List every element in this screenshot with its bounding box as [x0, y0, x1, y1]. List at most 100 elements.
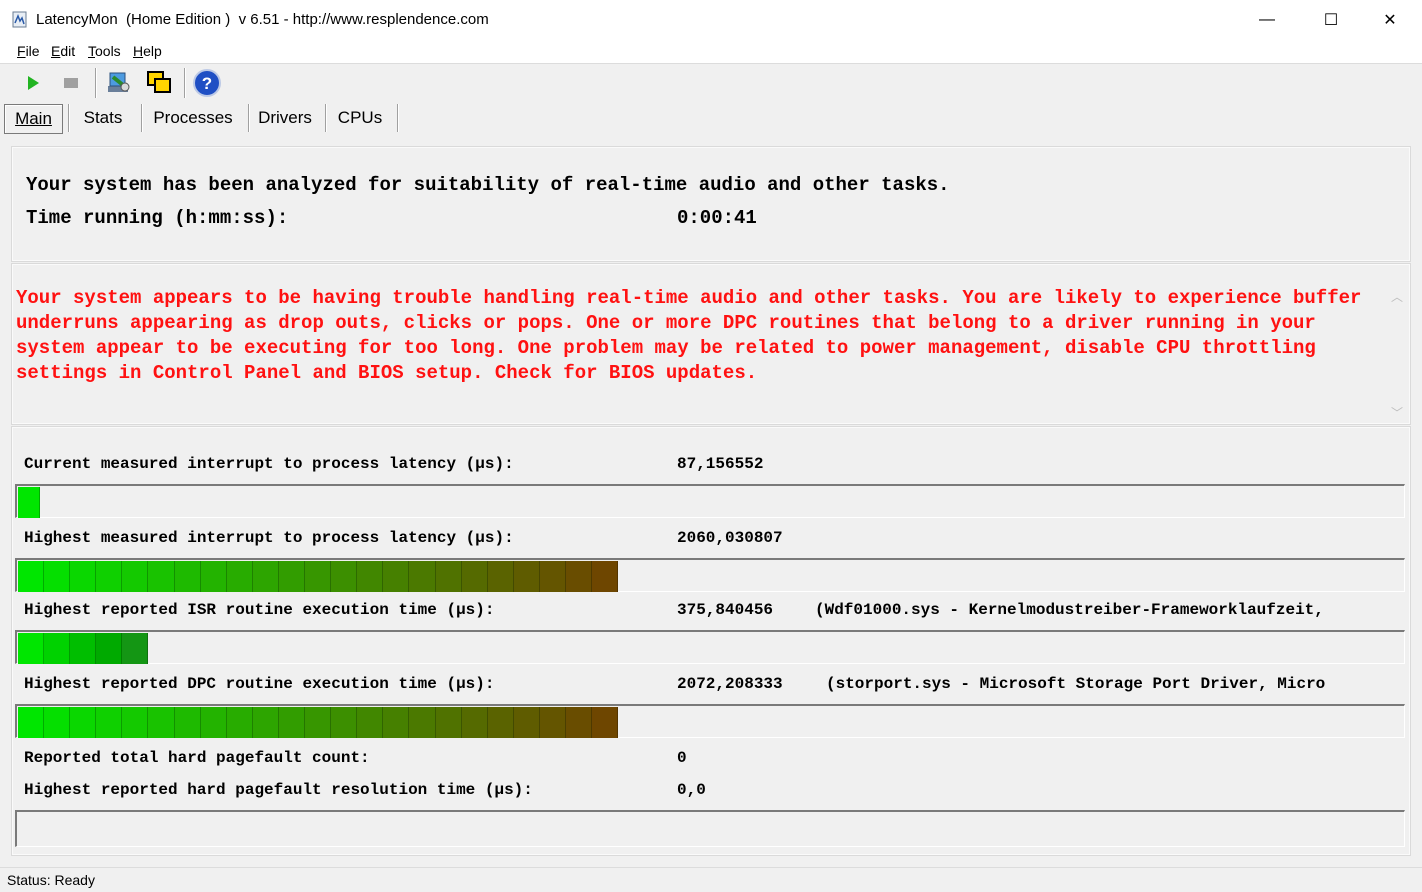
tab-separator	[325, 104, 327, 132]
help-button[interactable]: ?	[192, 68, 222, 98]
tab-separator	[141, 104, 143, 132]
bar-segment	[565, 561, 593, 592]
analyze-icon	[108, 72, 130, 92]
dpc-bar-fill	[18, 707, 619, 738]
title-bar: LatencyMon (Home Edition ) v 6.51 - http…	[0, 0, 1422, 40]
windows-icon	[147, 71, 171, 93]
bar-segment	[461, 561, 488, 592]
bar-segment	[539, 707, 566, 738]
bar-segment	[122, 561, 149, 592]
close-button[interactable]: ✕	[1367, 0, 1413, 40]
status-bar: Status: Ready	[0, 867, 1422, 892]
menu-help[interactable]: Help	[133, 43, 162, 59]
bar-segment	[513, 707, 540, 738]
highest-latency-bar-fill	[18, 561, 619, 592]
menu-edit[interactable]: Edit	[51, 43, 75, 59]
bar-segment	[487, 561, 514, 592]
maximize-button[interactable]: ☐	[1308, 0, 1354, 40]
bar-segment	[200, 707, 227, 738]
bar-segment	[252, 707, 279, 738]
bar-segment	[148, 561, 175, 592]
bar-segment	[18, 487, 40, 518]
bar-segment	[305, 561, 332, 592]
pagefault-time-bar	[15, 810, 1405, 847]
analyze-button[interactable]	[104, 68, 134, 98]
tab-processes[interactable]: Processes	[145, 102, 241, 134]
minimize-button[interactable]: —	[1244, 0, 1290, 40]
tab-stats[interactable]: Stats	[72, 102, 134, 134]
tab-separator	[248, 104, 250, 132]
bar-segment	[565, 707, 593, 738]
start-button[interactable]	[18, 68, 48, 98]
close-icon: ✕	[1383, 12, 1397, 29]
bar-segment	[226, 707, 253, 738]
menu-tools[interactable]: Tools	[88, 43, 121, 59]
play-icon	[28, 76, 39, 90]
bar-segment	[409, 561, 436, 592]
svg-text:?: ?	[202, 74, 212, 93]
maximize-icon: ☐	[1323, 12, 1339, 29]
bar-segment	[409, 707, 436, 738]
bar-segment	[96, 707, 123, 738]
current-latency-value: 87,156552	[677, 455, 764, 473]
toolbar: ?	[0, 64, 1422, 102]
menu-bar: File Edit Tools Help	[0, 40, 1422, 64]
scroll-up-arrow[interactable]: ︿	[1388, 288, 1406, 304]
bar-segment	[487, 707, 514, 738]
current-latency-label: Current measured interrupt to process la…	[24, 455, 514, 473]
pagefault-time-label: Highest reported hard pagefault resoluti…	[24, 781, 533, 799]
tab-strip: Main Stats Processes Drivers CPUs	[0, 102, 1422, 134]
bar-segment	[226, 561, 253, 592]
bar-segment	[70, 707, 97, 738]
bar-segment	[383, 561, 410, 592]
bar-segment	[278, 561, 306, 592]
tab-separator	[68, 104, 70, 132]
bar-segment	[357, 561, 384, 592]
bar-segment	[70, 633, 97, 664]
tab-cpus[interactable]: CPUs	[329, 102, 391, 134]
status-text: Status: Ready	[7, 872, 95, 888]
summary-panel	[11, 146, 1411, 262]
bar-segment	[305, 707, 332, 738]
bar-segment	[122, 633, 149, 664]
scroll-down-arrow[interactable]: ﹀	[1388, 404, 1406, 420]
bar-segment	[383, 707, 410, 738]
bar-segment	[435, 707, 462, 738]
stop-button[interactable]	[56, 68, 86, 98]
bar-segment	[539, 561, 566, 592]
bar-segment	[96, 633, 123, 664]
tab-main[interactable]: Main	[4, 104, 63, 134]
isr-label: Highest reported ISR routine execution t…	[24, 601, 495, 619]
current-latency-bar	[15, 484, 1405, 518]
bar-segment	[44, 707, 71, 738]
highest-latency-value: 2060,030807	[677, 529, 783, 547]
tab-drivers[interactable]: Drivers	[252, 102, 318, 134]
minimize-icon: —	[1259, 11, 1275, 28]
bar-segment	[18, 633, 45, 664]
time-running-label: Time running (h:mm:ss):	[26, 207, 289, 229]
dpc-driver: (storport.sys - Microsoft Storage Port D…	[826, 675, 1326, 693]
bar-segment	[148, 707, 175, 738]
isr-bar	[15, 630, 1405, 664]
pagefault-count-value: 0	[677, 749, 687, 767]
current-latency-bar-fill	[18, 487, 40, 518]
highest-latency-label: Highest measured interrupt to process la…	[24, 529, 514, 547]
toolbar-separator	[95, 68, 97, 98]
pagefault-time-value: 0,0	[677, 781, 706, 799]
stop-icon	[64, 78, 78, 88]
time-running-value: 0:00:41	[677, 207, 757, 229]
bar-segment	[70, 561, 97, 592]
highest-latency-bar	[15, 558, 1405, 592]
isr-value: 375,840456	[677, 601, 774, 619]
bar-segment	[122, 707, 149, 738]
windows-button[interactable]	[144, 68, 174, 98]
bar-segment	[200, 561, 227, 592]
bar-segment	[592, 707, 619, 738]
pagefault-count-label: Reported total hard pagefault count:	[24, 749, 370, 767]
menu-file[interactable]: File	[17, 43, 40, 59]
bar-segment	[357, 707, 384, 738]
bar-segment	[174, 561, 201, 592]
summary-text: Your system has been analyzed for suitab…	[26, 174, 950, 196]
bar-segment	[18, 707, 45, 738]
bar-segment	[513, 561, 540, 592]
